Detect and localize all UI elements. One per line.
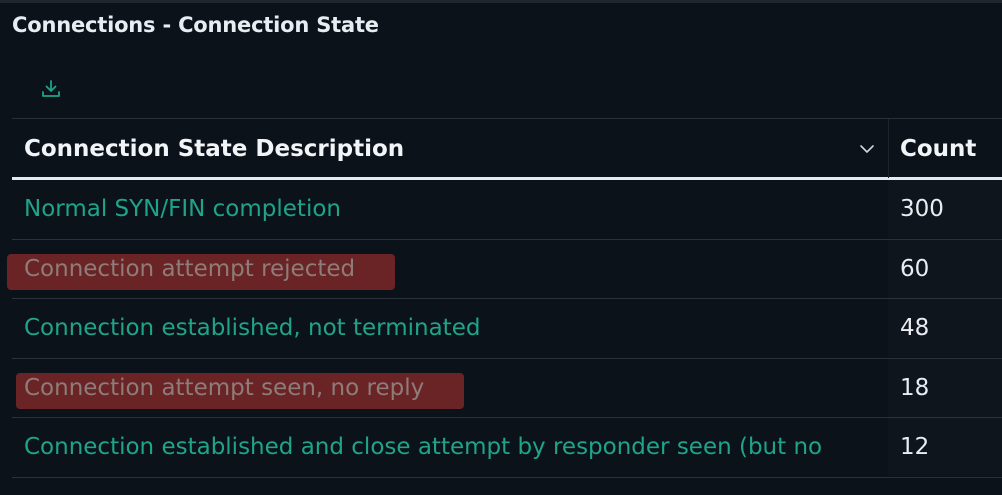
connection-state-link[interactable]: Normal SYN/FIN completion bbox=[24, 180, 341, 238]
count-value: 48 bbox=[900, 315, 930, 341]
count-value: 12 bbox=[900, 434, 930, 460]
table-body: Normal SYN/FIN completion 300 Connection a… bbox=[7, 180, 1002, 478]
table-row: Connection established and close attempt… bbox=[12, 418, 1002, 478]
connection-state-link[interactable]: Connection established, not terminated bbox=[24, 299, 480, 357]
table-row: Connection established, not terminated 48 bbox=[12, 299, 1002, 359]
table-header: Connection State Description Count bbox=[12, 118, 1002, 180]
count-value: 18 bbox=[900, 374, 930, 401]
sort-button[interactable] bbox=[855, 137, 879, 161]
download-icon bbox=[42, 80, 60, 97]
table-row: Connection attempt rejected 60 bbox=[7, 239, 1002, 299]
connection-state-link[interactable]: Connection attempt rejected bbox=[24, 240, 355, 298]
column-header-count[interactable]: Count bbox=[900, 119, 976, 178]
panel-title: Connections - Connection State bbox=[12, 13, 379, 37]
table-row: Normal SYN/FIN completion 300 bbox=[12, 180, 1002, 240]
connection-state-link[interactable]: Connection attempt seen, no reply bbox=[24, 359, 424, 417]
connection-state-table: Connection State Description Count Norma… bbox=[7, 118, 1002, 478]
chevron-down-icon bbox=[860, 145, 874, 153]
count-value: 60 bbox=[900, 255, 930, 282]
count-value: 300 bbox=[900, 196, 944, 222]
connection-state-link[interactable]: Connection established and close attempt… bbox=[24, 418, 822, 476]
connection-state-panel: Connections - Connection State Connectio… bbox=[0, 0, 1002, 495]
column-header-description[interactable]: Connection State Description bbox=[24, 119, 404, 178]
column-divider bbox=[888, 119, 889, 178]
download-button[interactable] bbox=[37, 75, 65, 103]
table-row: Connection attempt seen, no reply 18 bbox=[12, 358, 1002, 418]
